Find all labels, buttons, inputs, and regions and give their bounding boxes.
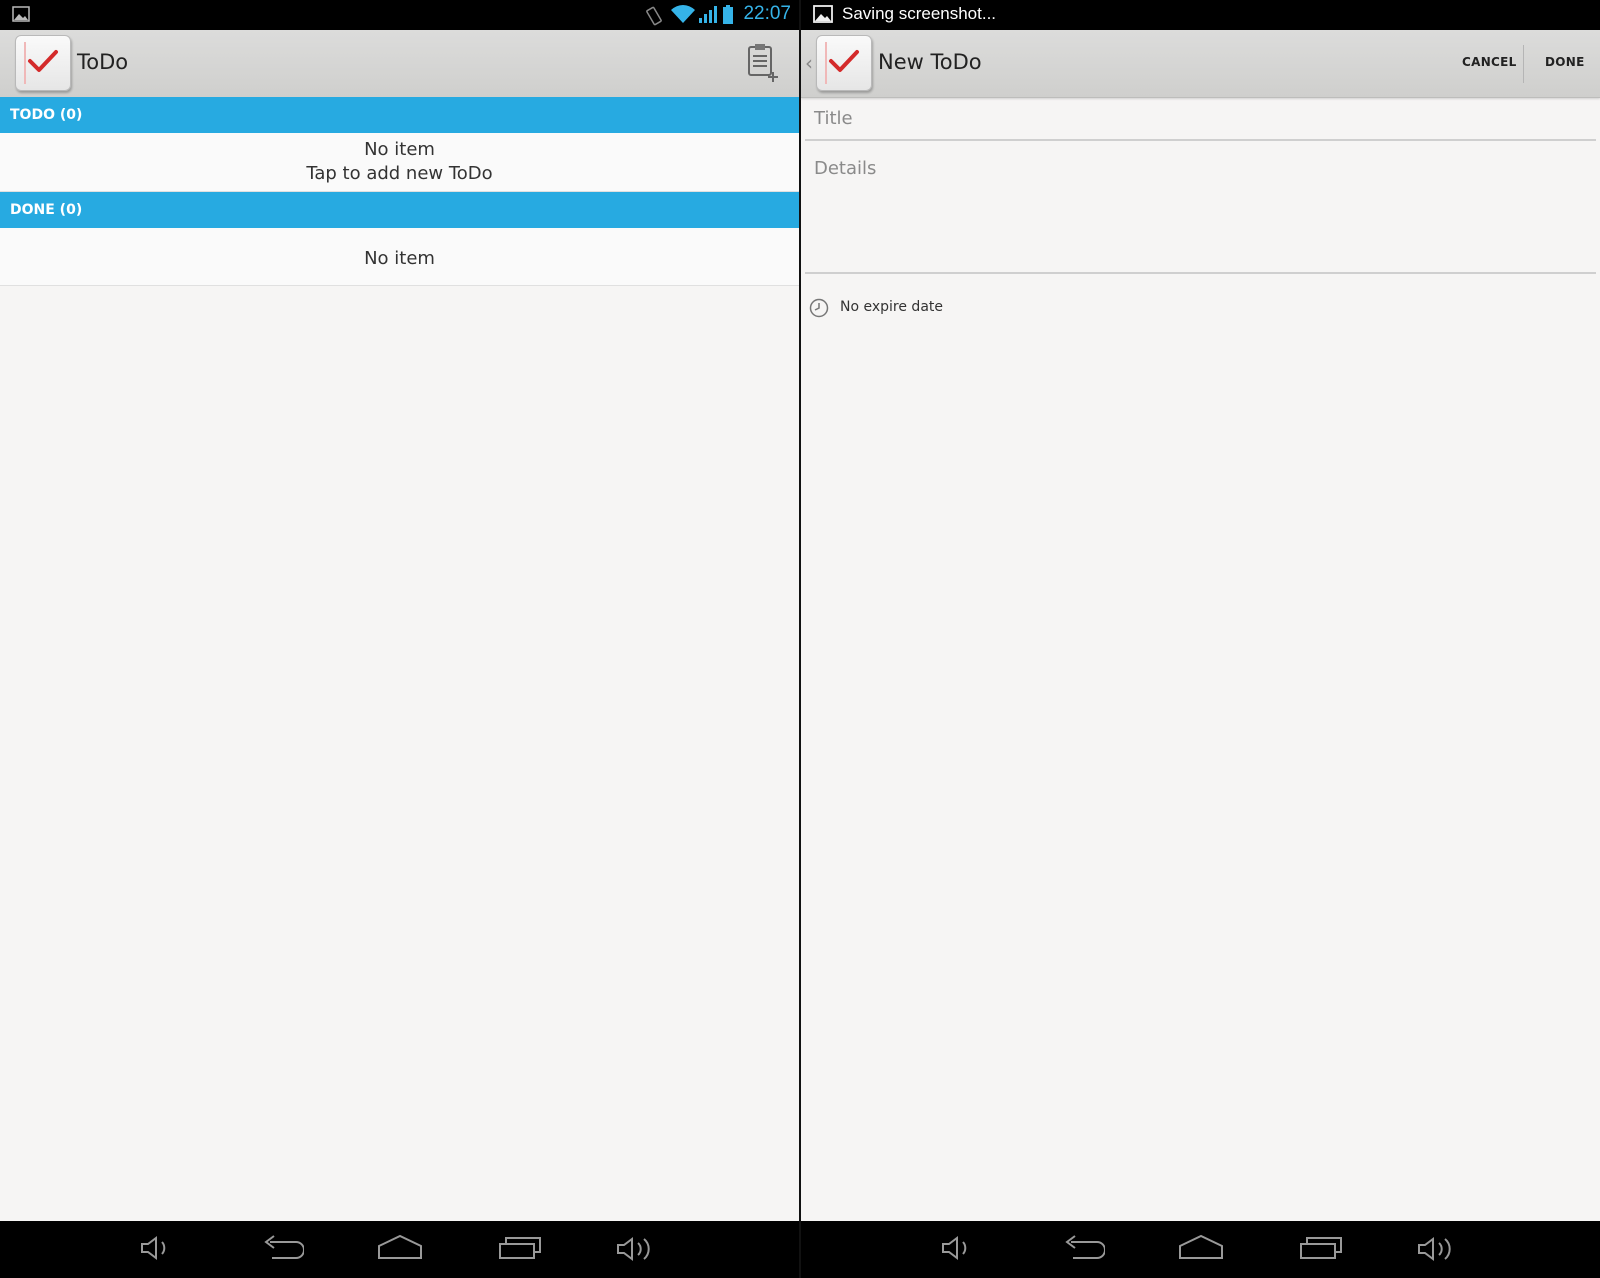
app-icon[interactable]	[15, 35, 71, 91]
todo-empty-item[interactable]: No item Tap to add new ToDo	[0, 133, 799, 192]
navigation-bar	[801, 1221, 1600, 1278]
todo-section-header: TODO (0)	[0, 97, 799, 133]
recent-apps-icon[interactable]	[1299, 1234, 1343, 1266]
new-todo-screen: Saving screenshot... ‹ New ToDo CANCEL D…	[801, 0, 1600, 1278]
page-title: ToDo	[77, 50, 129, 74]
title-field[interactable]: Title	[801, 98, 1600, 142]
status-bar: 22:07	[0, 0, 799, 30]
clipboard-add-icon[interactable]	[746, 43, 782, 87]
todo-section-label: TODO (0)	[10, 107, 83, 123]
todo-list-screen: 22:07 ToDo TODO (0) No item Tap to add n…	[0, 0, 799, 1278]
action-bar: ToDo	[0, 30, 799, 98]
action-separator	[1523, 45, 1524, 83]
todo-empty-text: No item	[364, 139, 435, 160]
back-icon[interactable]	[260, 1234, 305, 1266]
wifi-icon	[670, 4, 696, 28]
screenshot-notification-icon	[12, 6, 30, 26]
cell-signal-icon	[698, 5, 718, 28]
expire-date-label: No expire date	[840, 299, 943, 315]
done-section-header: DONE (0)	[0, 192, 799, 228]
recent-apps-icon[interactable]	[498, 1234, 542, 1266]
cancel-button[interactable]: CANCEL	[1462, 55, 1517, 69]
notification-ticker: Saving screenshot...	[842, 4, 997, 23]
home-icon[interactable]	[1178, 1234, 1224, 1266]
clock-icon	[809, 298, 829, 322]
up-caret-icon[interactable]: ‹	[805, 51, 813, 75]
volume-up-icon[interactable]	[615, 1234, 657, 1268]
status-time: 22:07	[743, 3, 791, 24]
screenshot-notification-icon	[813, 5, 833, 27]
expire-date-selector[interactable]: No expire date	[809, 296, 1009, 322]
todo-empty-hint: Tap to add new ToDo	[306, 163, 493, 184]
details-field[interactable]: Details	[801, 148, 1600, 276]
done-empty-text: No item	[364, 248, 435, 269]
navigation-bar	[0, 1221, 799, 1278]
app-icon[interactable]	[816, 35, 872, 91]
battery-icon	[722, 5, 734, 29]
volume-down-icon[interactable]	[139, 1234, 173, 1266]
volume-up-icon[interactable]	[1416, 1234, 1458, 1268]
done-button[interactable]: DONE	[1545, 55, 1585, 69]
status-bar: Saving screenshot...	[801, 0, 1600, 30]
done-section-label: DONE (0)	[10, 202, 83, 218]
action-bar: ‹ New ToDo CANCEL DONE	[801, 30, 1600, 98]
done-empty-item: No item	[0, 228, 799, 286]
page-title: New ToDo	[878, 50, 982, 74]
home-icon[interactable]	[377, 1234, 423, 1266]
title-placeholder: Title	[814, 108, 853, 129]
details-placeholder: Details	[814, 158, 877, 179]
volume-down-icon[interactable]	[940, 1234, 974, 1266]
auto-rotate-icon	[644, 6, 664, 30]
back-icon[interactable]	[1061, 1234, 1106, 1266]
